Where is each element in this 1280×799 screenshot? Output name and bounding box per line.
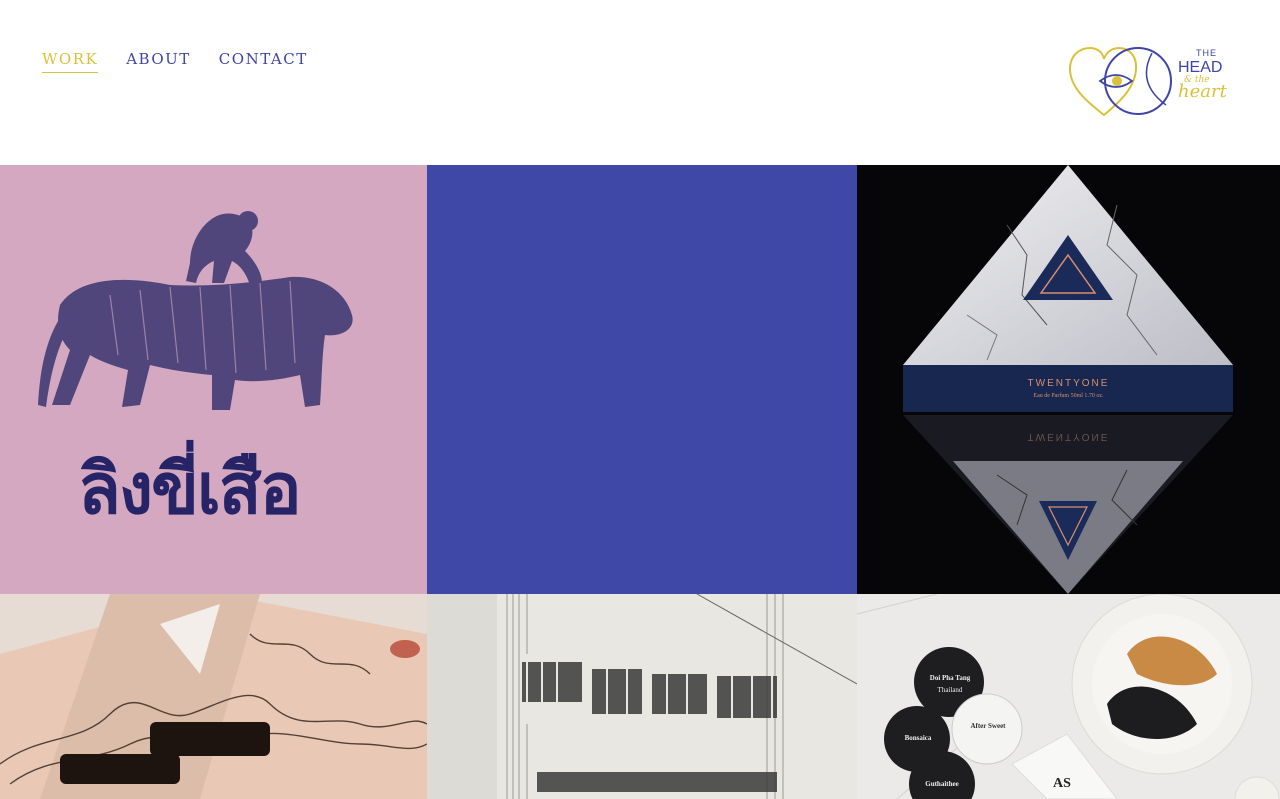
jar-label-after-sweet: After Sweet [970,722,1006,730]
logo-wordmark: THE HEAD & the heart [1178,49,1227,101]
project-tile-perfume[interactable]: TWENTYONE Eau de Parfum 50ml 1.70 oz. TW… [857,165,1280,594]
perfume-sub: Eau de Parfum 50ml 1.70 oz. [1033,393,1104,399]
jar-label-doi-pha-tang: Doi Pha Tang [929,674,971,682]
nav-work-link[interactable]: WORK [42,50,99,73]
thai-title: ลิงขี่เสือ [78,448,302,530]
line-typography-icon [427,594,857,799]
project-tile-typography[interactable] [427,594,857,799]
nav-about-link[interactable]: ABOUT [126,50,191,73]
site-header: WORK ABOUT CONTACT THE HEAD & the heart [0,0,1280,165]
logo-the: THE [1196,48,1217,58]
main-nav: WORK ABOUT CONTACT [42,50,308,73]
card-text: AS [1053,776,1071,791]
project-tile-tiger[interactable]: ลิงขี่เสือ [0,165,427,594]
jar-label-guthaithee: Guthaithee [925,780,959,788]
project-tile-tea[interactable]: Doi Pha Tang Thailand After Sweet Bonsai… [857,594,1280,799]
perfume-brand-reflection: TWENTYONE [1027,431,1110,442]
project-tile-illustration[interactable] [0,594,427,799]
tea-jars-croissants-icon [857,594,1280,799]
project-tile-blue[interactable] [427,165,857,594]
jar-label-thailand: Thailand [937,686,963,694]
jar-label-bonsaica: Bonsaica [904,734,932,742]
nav-contact-link[interactable]: CONTACT [219,50,308,73]
perfume-brand: TWENTYONE [1027,378,1110,389]
logo-head: HEAD [1178,59,1223,76]
head-and-heart-logo[interactable]: THE HEAD & the heart [1066,43,1246,123]
portfolio-grid: ลิงขี่เสือ TWENTYONE Eau de Parfum 50ml … [0,165,1280,799]
logo-heart: heart [1178,81,1227,102]
packaging-illustration-icon [0,594,427,799]
